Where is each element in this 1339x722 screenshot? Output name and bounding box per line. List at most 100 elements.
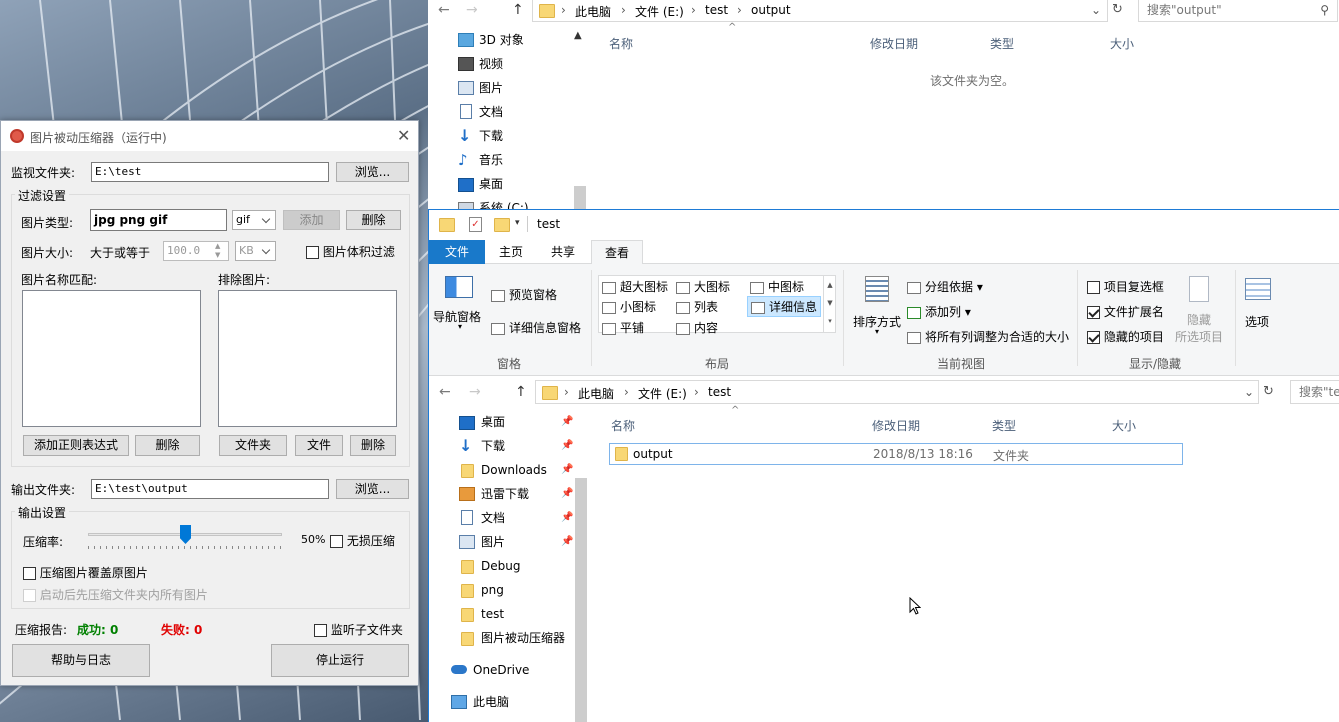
tree-item-downloads-folder[interactable]: Downloads 📌: [459, 458, 579, 482]
delete-regex-button[interactable]: 删除: [135, 435, 200, 456]
breadcrumb-item[interactable]: test: [705, 3, 728, 17]
hidden-items-toggle[interactable]: 隐藏的项目: [1087, 328, 1164, 345]
tab-home[interactable]: 主页: [489, 240, 533, 264]
exclude-folder-button[interactable]: 文件夹: [219, 435, 287, 456]
properties-icon[interactable]: ✓: [469, 217, 482, 232]
fit-columns-button[interactable]: 将所有列调整为合适的大小: [907, 328, 1069, 345]
layout-small-icons[interactable]: 小图标: [602, 298, 656, 315]
exclude-list[interactable]: [218, 290, 397, 427]
pin-icon[interactable]: 📌: [561, 458, 573, 482]
checkbox[interactable]: [23, 567, 36, 580]
pin-icon[interactable]: 📌: [561, 410, 573, 434]
tree-item-this-pc[interactable]: 此电脑: [451, 690, 509, 714]
refresh-icon[interactable]: ↻: [1263, 384, 1274, 399]
tab-view[interactable]: 查看: [591, 240, 643, 265]
refresh-icon[interactable]: ↻: [1112, 2, 1123, 17]
layout-list[interactable]: 列表: [676, 298, 718, 315]
close-icon[interactable]: ✕: [397, 126, 410, 145]
column-header-type[interactable]: 类型: [990, 35, 1014, 52]
breadcrumb-item[interactable]: 此电脑: [575, 3, 611, 20]
pin-icon[interactable]: 📌: [561, 434, 573, 458]
add-column-button[interactable]: 添加列 ▾: [907, 303, 971, 320]
tree-item-videos[interactable]: 视频: [458, 52, 503, 76]
ratio-slider[interactable]: [88, 525, 282, 550]
tree-item-pictures[interactable]: 图片 📌: [459, 530, 579, 554]
column-header-size[interactable]: 大小: [1112, 417, 1136, 434]
slider-thumb[interactable]: [180, 525, 191, 544]
tree-scrollbar[interactable]: [575, 478, 587, 722]
image-type-field[interactable]: jpg png gif: [90, 209, 227, 231]
name-match-list[interactable]: [22, 290, 201, 427]
tree-item-pictures[interactable]: 图片: [458, 76, 503, 100]
tree-item-documents[interactable]: 文档: [458, 100, 503, 124]
pin-icon[interactable]: 📌: [561, 482, 573, 506]
tree-item-downloads[interactable]: ↓ 下载: [458, 124, 503, 148]
checkbox[interactable]: [23, 589, 36, 602]
back-icon[interactable]: ←: [438, 2, 450, 18]
qat-dropdown-icon[interactable]: ▾: [515, 218, 520, 228]
breadcrumb-item[interactable]: 文件 (E:): [635, 3, 684, 20]
pin-icon[interactable]: 📌: [561, 530, 573, 554]
tree-item-desktop[interactable]: 桌面: [458, 172, 503, 196]
layout-details[interactable]: 详细信息: [747, 296, 822, 317]
size-unit-select[interactable]: KB: [235, 241, 276, 261]
group-by-button[interactable]: 分组依据 ▾: [907, 278, 983, 295]
checkbox[interactable]: [330, 535, 343, 548]
layout-content[interactable]: 内容: [676, 319, 718, 336]
tree-item-test[interactable]: test: [459, 602, 504, 626]
item-checkboxes-toggle[interactable]: 项目复选框: [1087, 278, 1164, 295]
overwrite-toggle[interactable]: 压缩图片覆盖原图片: [23, 564, 148, 581]
output-folder-field[interactable]: E:\test\output: [91, 479, 329, 499]
column-header-name[interactable]: 名称: [611, 417, 635, 434]
tree-scrollbar[interactable]: [574, 186, 586, 210]
layout-large-icons[interactable]: 大图标: [676, 278, 730, 295]
up-icon[interactable]: ↑: [515, 384, 527, 400]
add-type-button[interactable]: 添加: [283, 210, 340, 230]
column-header-date[interactable]: 修改日期: [870, 35, 918, 52]
help-log-button[interactable]: 帮助与日志: [12, 644, 150, 677]
forward-icon[interactable]: →: [466, 2, 478, 18]
tree-scroll-up-icon[interactable]: ▲: [574, 30, 582, 41]
tab-file[interactable]: 文件: [429, 240, 485, 264]
stop-button[interactable]: 停止运行: [271, 644, 409, 677]
delete-exclude-button[interactable]: 删除: [350, 435, 396, 456]
column-header-type[interactable]: 类型: [992, 417, 1016, 434]
size-filter-toggle[interactable]: 图片体积过滤: [306, 243, 395, 260]
watch-folder-field[interactable]: E:\test: [91, 162, 329, 182]
size-spinner[interactable]: ▲ ▼: [215, 242, 220, 260]
search-input[interactable]: 搜索"output" ⚲: [1138, 0, 1338, 22]
column-header-date[interactable]: 修改日期: [872, 417, 920, 434]
column-header-size[interactable]: 大小: [1110, 35, 1134, 52]
checkbox-checked[interactable]: [1087, 331, 1100, 344]
tab-share[interactable]: 共享: [541, 240, 585, 264]
tree-item-music[interactable]: ♪ 音乐: [458, 148, 503, 172]
tree-item-system-drive[interactable]: 系统 (C:): [458, 196, 529, 210]
checkbox-checked[interactable]: [1087, 306, 1100, 319]
watch-browse-button[interactable]: 浏览...: [336, 162, 409, 182]
search-input[interactable]: 搜索"te: [1290, 380, 1339, 404]
address-bar[interactable]: › 此电脑 › 文件 (E:) › test ⌄: [535, 380, 1259, 404]
gallery-scroll[interactable]: ▲ ▼ ▾: [823, 276, 836, 332]
back-icon[interactable]: ←: [439, 384, 451, 400]
tree-item-debug[interactable]: Debug: [459, 554, 520, 578]
breadcrumb-item[interactable]: test: [708, 385, 731, 399]
details-pane-button[interactable]: 详细信息窗格: [491, 319, 581, 336]
forward-icon[interactable]: →: [469, 384, 481, 400]
column-header-name[interactable]: 名称: [609, 35, 633, 52]
pin-icon[interactable]: 📌: [561, 506, 573, 530]
tree-item-3d-objects[interactable]: 3D 对象: [458, 28, 524, 52]
preview-pane-button[interactable]: 预览窗格: [491, 286, 557, 303]
add-regex-button[interactable]: 添加正则表达式: [23, 435, 129, 456]
checkbox[interactable]: [306, 246, 319, 259]
layout-tiles[interactable]: 平铺: [602, 319, 644, 336]
tree-item-downloads[interactable]: ↓ 下载 📌: [459, 434, 579, 458]
hide-selected-button[interactable]: 隐藏 所选项目: [1173, 272, 1233, 344]
checkbox[interactable]: [314, 624, 327, 637]
options-button[interactable]: 选项: [1237, 272, 1283, 342]
file-row[interactable]: output 2018/8/13 18:16 文件夹: [609, 443, 1183, 465]
output-browse-button[interactable]: 浏览...: [336, 479, 409, 499]
chevron-down-icon[interactable]: ⌄: [1091, 3, 1101, 17]
new-folder-icon[interactable]: [494, 218, 510, 232]
up-icon[interactable]: ↑: [512, 2, 524, 18]
startup-compress-toggle[interactable]: 启动后先压缩文件夹内所有图片: [23, 586, 208, 603]
